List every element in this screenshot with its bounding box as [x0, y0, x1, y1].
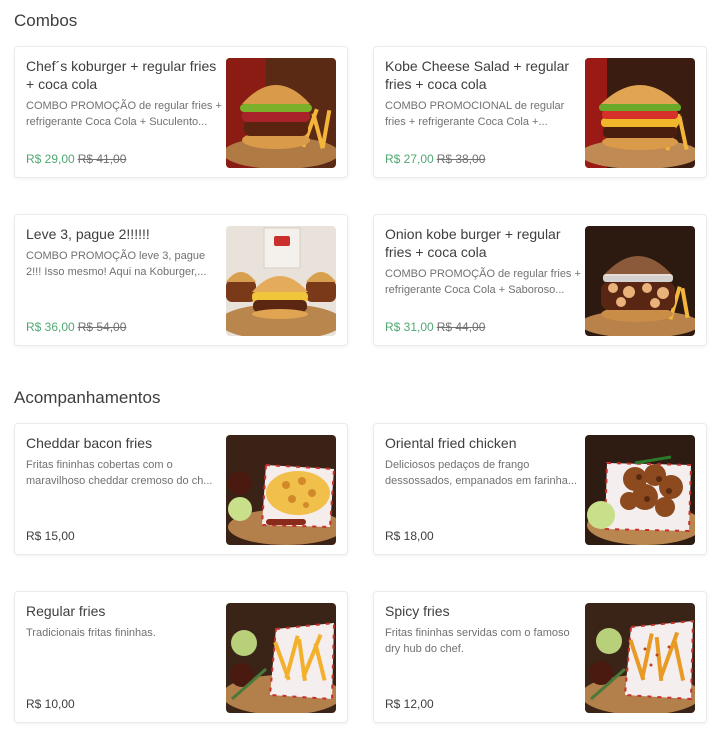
- promo-price: R$ 29,00: [26, 152, 75, 166]
- regular-fries-photo: [226, 603, 336, 713]
- item-description: COMBO PROMOCIONAL de regular fries + ref…: [385, 100, 565, 128]
- menu-item-card[interactable]: Kobe Cheese Salad + regular fries + coca…: [373, 46, 707, 178]
- menu-item-card[interactable]: Oriental fried chicken Deliciosos pedaço…: [373, 423, 707, 555]
- item-price: R$ 15,00: [26, 529, 75, 543]
- item-name: Spicy fries: [385, 603, 450, 619]
- item-description: COMBO PROMOÇÃO de regular fries + refrig…: [385, 268, 581, 296]
- promo-price: R$ 31,00: [385, 320, 434, 334]
- item-description: Deliciosos pedaços de frango dessossados…: [385, 459, 578, 487]
- item-price: R$ 18,00: [385, 529, 434, 543]
- original-price: R$ 38,00: [436, 152, 486, 166]
- item-price: R$ 12,00: [385, 697, 434, 711]
- item-price: R$ 36,00 R$ 54,00: [26, 320, 126, 334]
- price: R$ 15,00: [26, 529, 75, 543]
- item-name: Cheddar bacon fries: [26, 435, 153, 451]
- original-price: R$ 44,00: [436, 320, 486, 334]
- onion-burger-photo: [585, 226, 695, 336]
- menu-item-card[interactable]: Spicy fries Fritas fininhas servidas com…: [373, 591, 707, 723]
- item-name: Onion kobe burger + regular fries + coca…: [385, 226, 561, 260]
- item-price: R$ 29,00 R$ 41,00: [26, 152, 126, 166]
- three-burgers-photo: [226, 226, 336, 336]
- promo-price: R$ 27,00: [385, 152, 434, 166]
- item-description: Fritas fininhas cobertas com o maravilho…: [26, 459, 213, 487]
- fried-chicken-photo: [585, 435, 695, 545]
- price: R$ 12,00: [385, 697, 434, 711]
- item-description: COMBO PROMOÇÃO de regular fries + refrig…: [26, 100, 222, 128]
- price: R$ 18,00: [385, 529, 434, 543]
- original-price: R$ 41,00: [77, 152, 127, 166]
- section-title-acompanhamentos: Acompanhamentos: [14, 388, 161, 407]
- item-price: R$ 27,00 R$ 38,00: [385, 152, 485, 166]
- price: R$ 10,00: [26, 697, 75, 711]
- item-name: Kobe Cheese Salad + regular fries + coca…: [385, 58, 570, 92]
- item-name: Leve 3, pague 2!!!!!!: [26, 226, 150, 242]
- promo-price: R$ 36,00: [26, 320, 75, 334]
- menu-item-card[interactable]: Leve 3, pague 2!!!!!! COMBO PROMOÇÃO lev…: [14, 214, 348, 346]
- original-price: R$ 54,00: [77, 320, 127, 334]
- item-description: COMBO PROMOÇÃO leve 3, pague 2!!! Isso m…: [26, 250, 207, 278]
- item-price: R$ 31,00 R$ 44,00: [385, 320, 485, 334]
- burger-bacon-photo: [226, 58, 336, 168]
- menu-item-card[interactable]: Chef´s koburger + regular fries + coca c…: [14, 46, 348, 178]
- menu-item-card[interactable]: Onion kobe burger + regular fries + coca…: [373, 214, 707, 346]
- cheddar-fries-photo: [226, 435, 336, 545]
- spicy-fries-photo: [585, 603, 695, 713]
- item-name: Chef´s koburger + regular fries + coca c…: [26, 58, 217, 92]
- menu-item-card[interactable]: Regular fries Tradicionais fritas fininh…: [14, 591, 348, 723]
- item-price: R$ 10,00: [26, 697, 75, 711]
- item-description: Fritas fininhas servidas com o famoso dr…: [385, 627, 570, 655]
- item-name: Oriental fried chicken: [385, 435, 517, 451]
- menu-item-card[interactable]: Cheddar bacon fries Fritas fininhas cobe…: [14, 423, 348, 555]
- burger-salad-photo: [585, 58, 695, 168]
- item-name: Regular fries: [26, 603, 106, 619]
- section-title-combos: Combos: [14, 11, 78, 30]
- item-description: Tradicionais fritas fininhas.: [26, 627, 156, 639]
